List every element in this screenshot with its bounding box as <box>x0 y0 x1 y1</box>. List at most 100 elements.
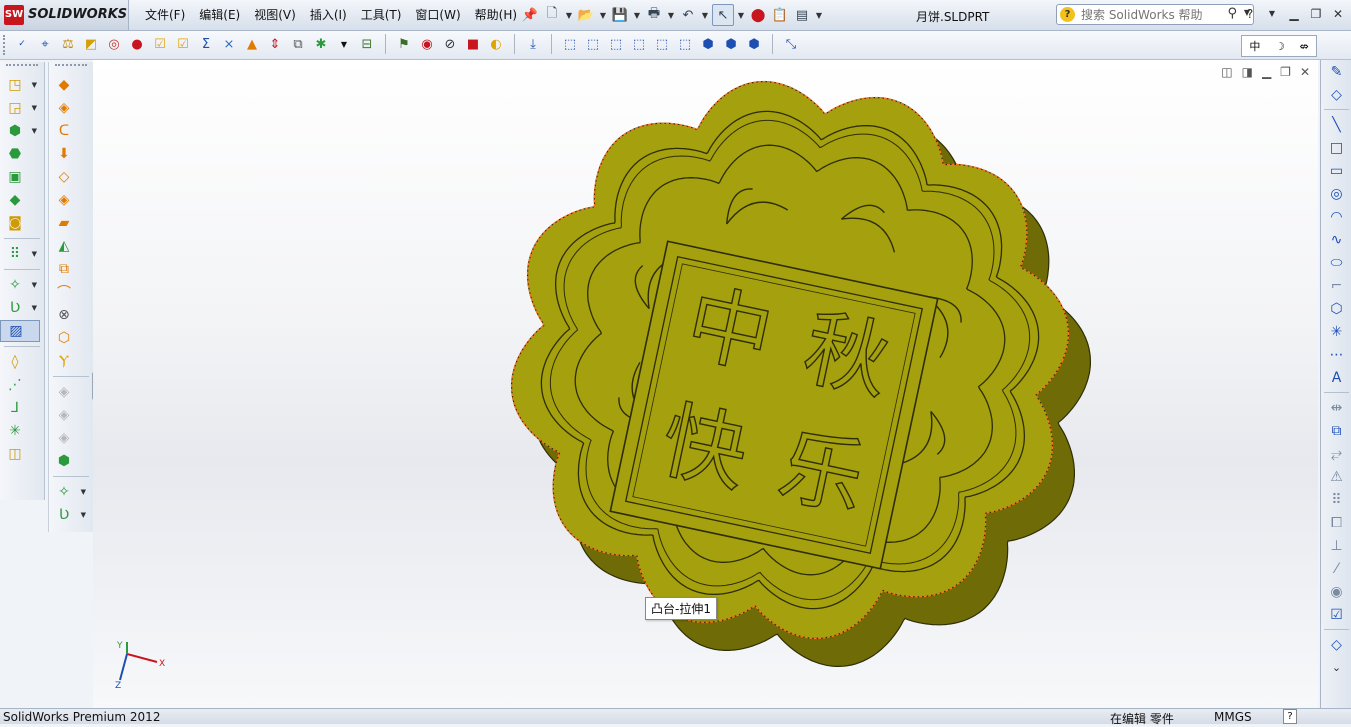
normal-to-icon[interactable]: ⤡ <box>781 34 801 54</box>
cavity-button[interactable]: ◈ <box>49 427 89 449</box>
open-folder-icon[interactable]: 📂 <box>576 5 596 25</box>
chevron-down-icon[interactable]: ▼ <box>1263 5 1281 23</box>
line-button[interactable]: ╲ <box>1321 113 1351 136</box>
search-icon[interactable]: ⚲ <box>1227 6 1237 21</box>
chevron-down-icon[interactable]: ▼ <box>32 250 37 258</box>
convert-entities-button[interactable]: ⧉ <box>1321 419 1351 442</box>
help-menu-icon[interactable]: ? <box>1241 5 1259 23</box>
rebuild-icon[interactable]: ⬤ <box>748 5 768 25</box>
chevron-down-icon[interactable]: ▼ <box>814 5 824 25</box>
print-icon[interactable]: 🖶 <box>644 5 664 25</box>
thickness-analysis-icon[interactable]: ⇕ <box>265 34 285 54</box>
deform-button[interactable]: ⌒ <box>49 281 89 303</box>
menu-insert[interactable]: 插入(I) <box>303 6 354 23</box>
measure-icon[interactable]: ⌖ <box>35 34 55 54</box>
toolbar-grip[interactable] <box>3 35 8 55</box>
menu-file[interactable]: 文件(F) <box>138 6 192 23</box>
view-isometric-icon[interactable]: ⬢ <box>698 34 718 54</box>
expand-toolbar-button[interactable]: ⌄ <box>1321 656 1351 679</box>
linear-pattern-button[interactable]: ⠿ <box>1321 488 1351 511</box>
view-trimetric-icon[interactable]: ⬢ <box>721 34 741 54</box>
coordinate-system-button[interactable]: ⅃ <box>0 397 40 419</box>
display-relations-button[interactable]: ⊥ <box>1321 534 1351 557</box>
help-search-box[interactable]: ? ⚲ ▼ <box>1056 4 1254 25</box>
select-pointer-icon[interactable]: ↖ <box>712 4 734 26</box>
point-button[interactable]: ✳ <box>0 420 40 442</box>
chevron-down-icon[interactable]: ▼ <box>32 81 37 89</box>
scale-button[interactable]: ◈ <box>49 381 89 403</box>
minimize-icon[interactable]: ▁ <box>1285 5 1303 23</box>
mate-reference-button[interactable]: ◫ <box>0 443 40 465</box>
toolbar-grip[interactable] <box>55 64 87 70</box>
chevron-down-icon[interactable]: ▼ <box>81 511 86 519</box>
menu-tools[interactable]: 工具(T) <box>354 6 409 23</box>
appearance-icon[interactable]: ■ <box>463 34 483 54</box>
help-search-input[interactable] <box>1079 6 1233 24</box>
arc-button[interactable]: ◠ <box>1321 205 1351 228</box>
move-face-button[interactable]: ⬡ <box>49 327 89 349</box>
menu-view[interactable]: 视图(V) <box>247 6 303 23</box>
freeform-button[interactable]: Ⲩ <box>49 350 89 372</box>
mass-properties-icon[interactable]: ⚖ <box>58 34 78 54</box>
chevron-down-icon[interactable]: ▼ <box>666 5 676 25</box>
offset-button[interactable]: ⥂ <box>1321 442 1351 465</box>
check-icon[interactable]: ☑ <box>150 34 170 54</box>
spell-check-icon[interactable]: ✓ <box>12 34 32 54</box>
file-properties-icon[interactable]: 📋 <box>770 5 790 25</box>
restore-icon[interactable]: ❐ <box>1307 5 1325 23</box>
ime-punctuation-icon[interactable]: ⇎ <box>1299 40 1308 53</box>
shell-button[interactable]: ◇ <box>49 166 89 188</box>
spline-button[interactable]: ∿ <box>1321 228 1351 251</box>
revolve-boss-button[interactable]: ⬣ <box>0 143 40 165</box>
menu-edit[interactable]: 编辑(E) <box>192 6 247 23</box>
help-icon[interactable]: ? <box>1283 709 1297 724</box>
view-front-icon[interactable]: ⬚ <box>560 34 580 54</box>
new-document-icon[interactable]: 🗋 <box>542 5 562 25</box>
draft-button[interactable]: ⬇ <box>49 143 89 165</box>
boundary-button[interactable]: ◙ <box>0 212 40 234</box>
dome-button[interactable]: ▰ <box>49 212 89 234</box>
menu-help[interactable]: 帮助(H) <box>468 6 524 23</box>
sensor-icon[interactable]: ◎ <box>104 34 124 54</box>
chevron-down-icon[interactable]: ▼ <box>81 488 86 496</box>
view-left-icon[interactable]: ⬚ <box>606 34 626 54</box>
slot-button[interactable]: ▭ <box>1321 159 1351 182</box>
flex-button[interactable]: ◭ <box>49 235 89 257</box>
loft-button[interactable]: ◆ <box>0 189 40 211</box>
view-back-icon[interactable]: ⬚ <box>583 34 603 54</box>
polygon-button[interactable]: ⬡ <box>1321 297 1351 320</box>
check-geometry-icon[interactable]: ☑ <box>173 34 193 54</box>
view-dimetric-icon[interactable]: ⬢ <box>744 34 764 54</box>
plane-button[interactable]: ◊ <box>0 351 40 373</box>
quick-snaps-button[interactable]: ◉ <box>1321 580 1351 603</box>
chevron-down-icon[interactable]: ▼ <box>32 104 37 112</box>
curves-button[interactable]: Ʋ ▼ <box>49 504 89 526</box>
menu-window[interactable]: 窗口(W) <box>408 6 467 23</box>
dimension-button[interactable]: ◇ <box>1321 633 1351 656</box>
split-button[interactable]: ◈ <box>49 404 89 426</box>
text-button[interactable]: A <box>1321 366 1351 389</box>
view-bottom-icon[interactable]: ⬚ <box>675 34 695 54</box>
fillet-sketch-button[interactable]: ⌐ <box>1321 274 1351 297</box>
view-top-icon[interactable]: ⬚ <box>652 34 672 54</box>
equations-icon[interactable]: Σ <box>196 34 216 54</box>
ellipse-button[interactable]: ⬭ <box>1321 251 1351 274</box>
mirror-button[interactable]: ⚠ <box>1321 465 1351 488</box>
graphics-viewport[interactable]: ◫ ◨ ▁ ❐ ✕ 中 秋 快 乐 凸台-拉伸1 X Y Z <box>93 60 1318 708</box>
statistics-icon[interactable]: ● <box>127 34 147 54</box>
circle-button[interactable]: ◎ <box>1321 182 1351 205</box>
solidworks-logo[interactable]: SW SOLIDWORKS <box>0 0 129 30</box>
realview-icon[interactable]: ◐ <box>486 34 506 54</box>
new-sketch-button[interactable]: ◳ ▼ <box>0 74 40 96</box>
instant3d-button[interactable]: ▨ <box>0 320 40 342</box>
fillet-button[interactable]: ◆ <box>49 74 89 96</box>
rapid-sketch-button[interactable]: ☑ <box>1321 603 1351 626</box>
import-diagnostics-icon[interactable]: ⊟ <box>357 34 377 54</box>
chevron-down-icon[interactable]: ▼ <box>632 5 642 25</box>
zebra-stripes-icon[interactable]: ⚑ <box>394 34 414 54</box>
combine-button[interactable]: ⧉ <box>49 258 89 280</box>
ime-indicator[interactable]: 中 ☽ ⇎ <box>1241 35 1317 57</box>
options-icon[interactable]: ▤ <box>792 5 812 25</box>
sweep-button[interactable]: ▣ <box>0 166 40 188</box>
save-icon[interactable]: 💾 <box>610 5 630 25</box>
